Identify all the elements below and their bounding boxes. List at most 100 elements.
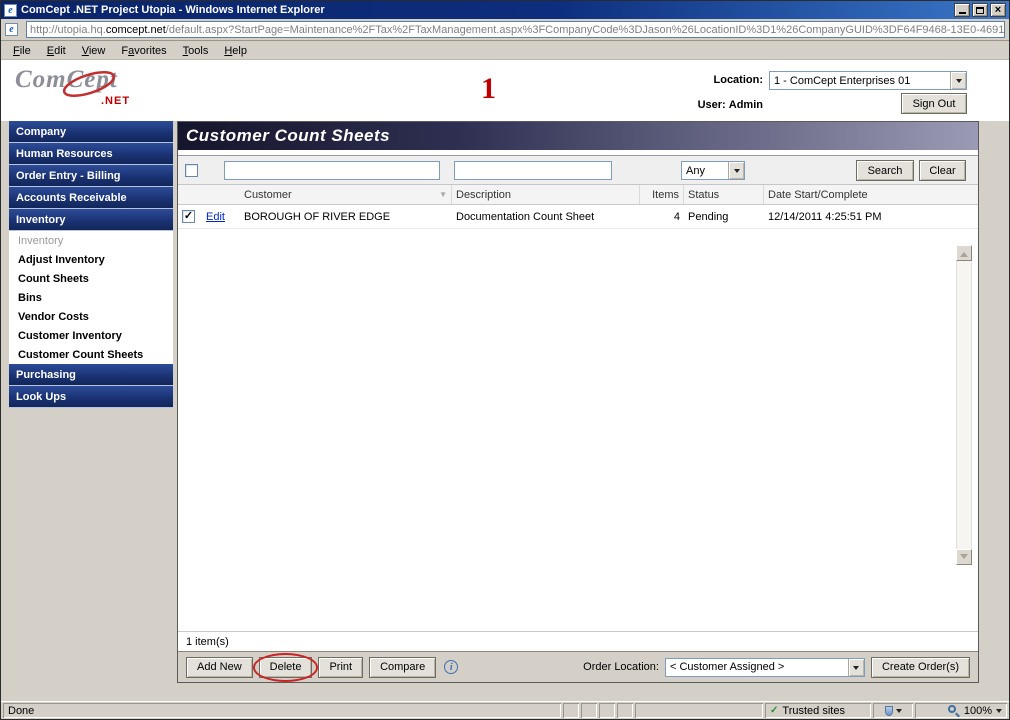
order-location-value: < Customer Assigned > [669, 661, 785, 673]
maximize-icon [976, 6, 984, 14]
chevron-down-icon [895, 709, 902, 716]
status-pane-1 [563, 703, 579, 718]
column-header-customer[interactable]: Customer ▼ [240, 185, 452, 204]
sidebar-item-look-ups[interactable]: Look Ups [9, 386, 173, 408]
phishing-filter-pane[interactable] [873, 703, 913, 718]
sign-out-button[interactable]: Sign Out [901, 93, 967, 114]
row-date-cell: 12/14/2011 4:25:51 PM [768, 210, 882, 223]
sidebar-item-inventory[interactable]: Inventory [9, 209, 173, 231]
page-icon: e [5, 23, 18, 36]
sidebar-subitem-customer-inventory[interactable]: Customer Inventory [9, 326, 173, 345]
column-header-checkbox [178, 185, 202, 204]
search-customer-input[interactable] [224, 161, 440, 180]
location-label: Location: [713, 74, 764, 86]
status-text-pane: Done [3, 703, 561, 718]
location-select-value: 1 - ComCept Enterprises 01 [774, 74, 911, 87]
sidebar-subitem-inventory: Inventory [9, 231, 173, 250]
print-button[interactable]: Print [318, 656, 364, 678]
search-description-input[interactable] [454, 161, 612, 180]
sidebar-item-purchasing[interactable]: Purchasing [9, 364, 173, 386]
address-bar: e http://utopia.hq. comcept.net/default.a… [1, 19, 1009, 41]
create-orders-button[interactable]: Create Order(s) [870, 656, 970, 678]
zoom-icon [947, 704, 960, 718]
sidebar-subitem-count-sheets[interactable]: Count Sheets [9, 269, 173, 288]
annotation-number-1: 1 [481, 72, 496, 105]
info-icon[interactable]: i [444, 660, 459, 674]
status-text: Done [8, 704, 35, 717]
add-new-button[interactable]: Add New [186, 656, 253, 678]
scroll-up-button[interactable] [956, 245, 972, 261]
status-pane-4 [617, 703, 633, 718]
title-bar: e ComCept .NET Project Utopia - Windows … [1, 1, 1009, 19]
user-label: User: Admin [697, 99, 763, 111]
delete-button-wrap: Delete [252, 652, 319, 682]
sidebar-subitem-bins[interactable]: Bins [9, 288, 173, 307]
delete-button[interactable]: Delete [258, 656, 313, 678]
url-input[interactable]: http://utopia.hq. comcept.net/default.asp… [26, 21, 1005, 38]
menu-favorites[interactable]: Favorites [113, 43, 174, 59]
item-count-text: 1 item(s) [186, 635, 229, 648]
minimize-icon [958, 12, 966, 14]
select-all-checkbox[interactable]: ✓ [185, 164, 198, 177]
search-button[interactable]: Search [856, 160, 914, 181]
sidebar-nav: Company Human Resources Order Entry - Bi… [9, 121, 173, 408]
status-filter-select[interactable]: Any [681, 161, 745, 180]
sidebar-subitem-customer-count-sheets[interactable]: Customer Count Sheets [9, 345, 173, 364]
chevron-down-icon [996, 709, 1002, 716]
table-empty-area [178, 229, 978, 631]
menu-view[interactable]: View [74, 43, 114, 59]
order-location-label: Order Location: [583, 661, 659, 673]
row-items-cell: 4 [673, 210, 680, 223]
row-status-cell: Pending [688, 210, 729, 223]
page-title: Customer Count Sheets [178, 122, 978, 150]
menu-file[interactable]: File [5, 43, 39, 59]
column-header-edit [202, 185, 240, 204]
security-zone-text: Trusted sites [782, 704, 845, 717]
chevron-down-icon[interactable] [847, 658, 864, 676]
sidebar-item-human-resources[interactable]: Human Resources [9, 143, 173, 165]
sidebar-subitem-adjust-inventory[interactable]: Adjust Inventory [9, 250, 173, 269]
zoom-level-text: 100% [963, 704, 992, 717]
search-row: ✓ Any Search Clear [178, 155, 978, 185]
table-row: ✓ Edit BOROUGH OF RIVER EDGE Documentati… [178, 205, 978, 229]
menu-tools[interactable]: Tools [175, 43, 217, 59]
sidebar-subitem-vendor-costs[interactable]: Vendor Costs [9, 307, 173, 326]
logo-net-label: .NET [101, 95, 131, 107]
menu-edit[interactable]: Edit [39, 43, 74, 59]
browser-window: e ComCept .NET Project Utopia - Windows … [0, 0, 1010, 720]
url-domain: comcept.net [105, 23, 166, 36]
clear-button[interactable]: Clear [919, 160, 966, 181]
status-pane-3 [599, 703, 615, 718]
column-header-date[interactable]: Date Start/Complete [764, 185, 978, 204]
edit-link[interactable]: Edit [206, 211, 225, 223]
page-header: ComCept .NET 1 Location: 1 - ComCept Ent… [1, 60, 1009, 121]
column-header-status[interactable]: Status [684, 185, 764, 204]
arrow-up-icon [960, 248, 968, 257]
sidebar-item-order-entry-billing[interactable]: Order Entry - Billing [9, 165, 173, 187]
sidebar-item-company[interactable]: Company [9, 121, 173, 143]
sidebar-item-accounts-receivable[interactable]: Accounts Receivable [9, 187, 173, 209]
ie-icon: e [4, 3, 17, 17]
arrow-down-icon [960, 553, 968, 563]
scroll-down-button[interactable] [956, 549, 972, 565]
zoom-control-pane[interactable]: 100% [915, 703, 1007, 718]
row-checkbox[interactable]: ✓ [182, 210, 195, 223]
status-pane-2 [581, 703, 597, 718]
column-header-items[interactable]: Items [640, 185, 684, 204]
column-header-description[interactable]: Description [452, 185, 640, 204]
page-body: ComCept .NET 1 Location: 1 - ComCept Ent… [1, 60, 1009, 701]
menu-help[interactable]: Help [216, 43, 255, 59]
compare-button[interactable]: Compare [369, 656, 437, 678]
minimize-button[interactable] [954, 3, 970, 17]
scrollbar-track[interactable] [956, 261, 972, 549]
chevron-down-icon[interactable] [950, 72, 966, 89]
close-button[interactable]: × [990, 3, 1006, 17]
maximize-button[interactable] [972, 3, 988, 17]
trusted-check-icon: ✓ [770, 705, 779, 716]
logo-text: ComCept [15, 66, 118, 93]
order-location-select[interactable]: < Customer Assigned > [664, 657, 865, 677]
chevron-down-icon[interactable] [728, 162, 744, 179]
security-zone-pane[interactable]: ✓ Trusted sites [765, 703, 871, 718]
location-select[interactable]: 1 - ComCept Enterprises 01 [769, 71, 967, 90]
check-icon: ✓ [183, 210, 194, 222]
